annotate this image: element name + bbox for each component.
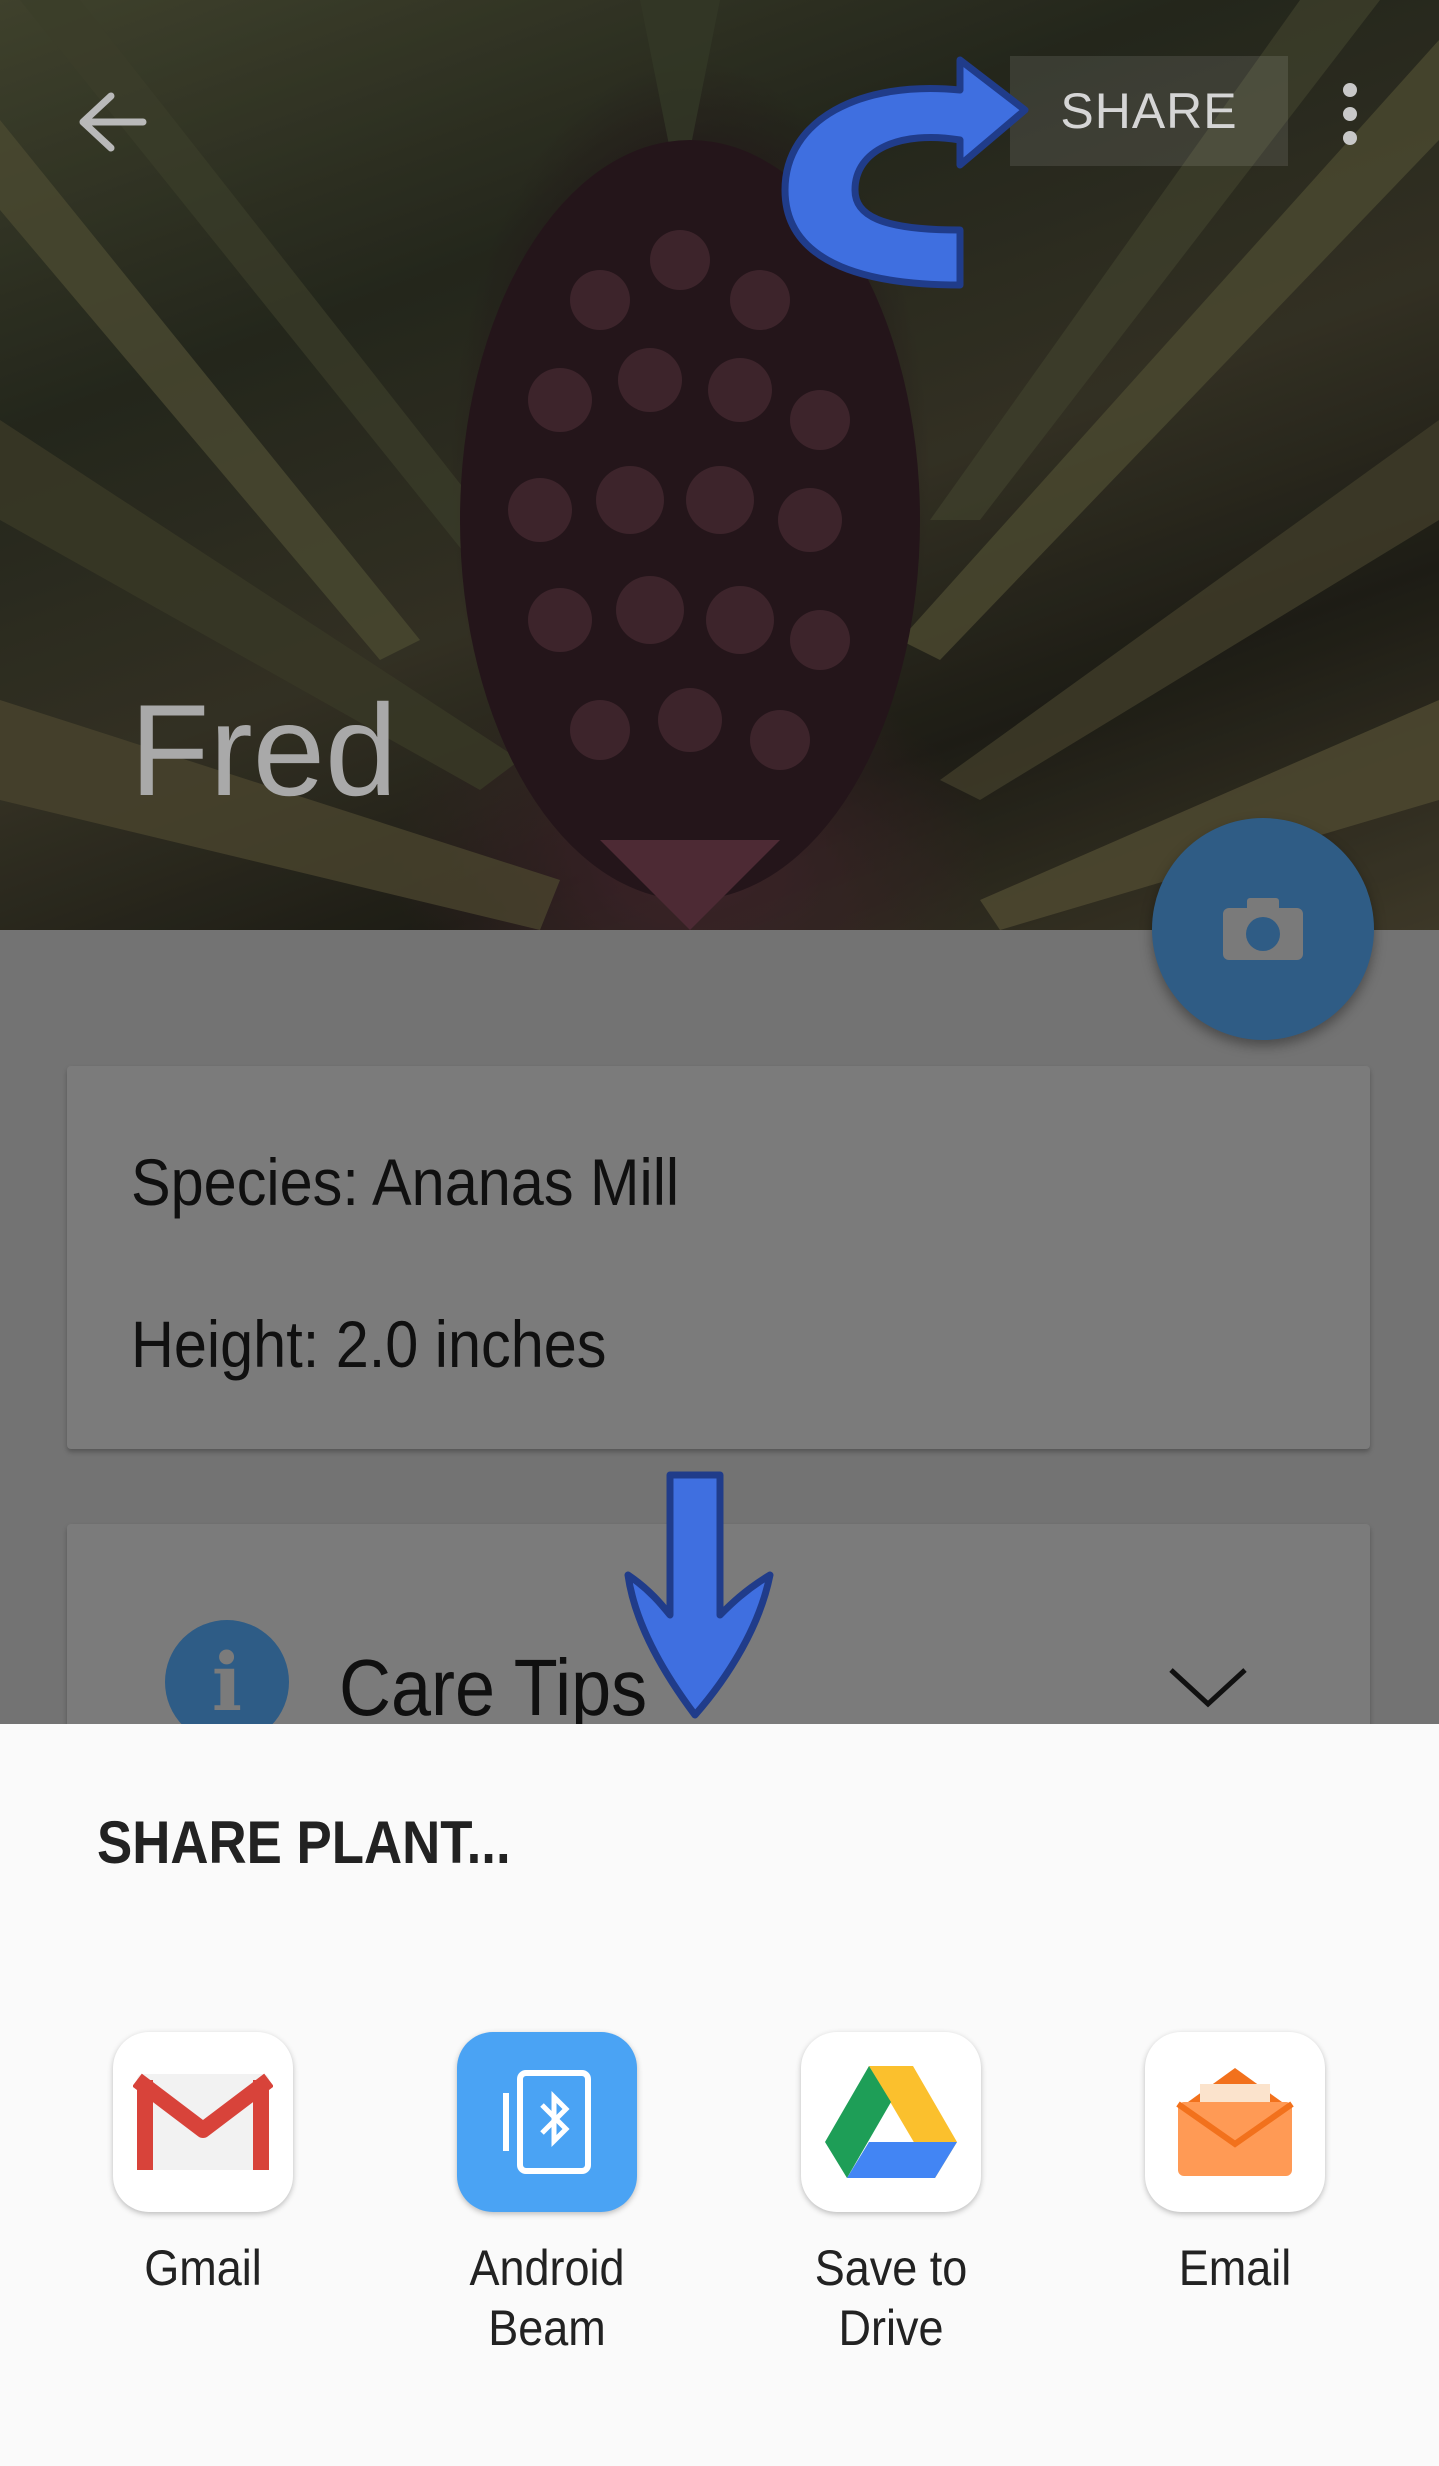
- height-text: Height: 2.0 inches: [131, 1307, 607, 1381]
- annotation-curved-arrow: [781, 56, 1029, 289]
- share-sheet-title: SHARE PLANT...: [97, 1809, 511, 1876]
- overflow-menu-icon[interactable]: [1320, 76, 1380, 152]
- annotation-down-arrow: [624, 1471, 774, 1719]
- email-icon: [1145, 2032, 1325, 2212]
- plant-info-card: Species: Ananas Mill Height: 2.0 inches: [67, 1066, 1370, 1449]
- android-beam-icon: [457, 2032, 637, 2212]
- gmail-icon: [113, 2032, 293, 2212]
- share-sheet: SHARE PLANT... Gmail Android Beam Save t…: [0, 1724, 1439, 2466]
- back-button[interactable]: [66, 76, 158, 168]
- camera-icon: [1223, 898, 1303, 960]
- chevron-down-icon[interactable]: [1167, 1664, 1249, 1710]
- share-app-drive[interactable]: Save to Drive: [741, 2032, 1041, 2358]
- camera-fab[interactable]: [1152, 818, 1374, 1040]
- email-label: Email: [1178, 2240, 1292, 2296]
- care-tips-label: Care Tips: [339, 1643, 648, 1732]
- gmail-label: Gmail: [144, 2240, 262, 2296]
- share-button[interactable]: SHARE: [1010, 56, 1288, 166]
- plant-name-title: Fred: [130, 677, 398, 823]
- species-text: Species: Ananas Mill: [131, 1145, 680, 1219]
- share-app-gmail[interactable]: Gmail: [53, 2032, 353, 2298]
- back-arrow-icon: [79, 92, 147, 152]
- android-beam-label: Android Beam: [469, 2240, 625, 2356]
- share-app-android-beam[interactable]: Android Beam: [397, 2032, 697, 2358]
- drive-icon: [801, 2032, 981, 2212]
- share-app-email[interactable]: Email: [1085, 2032, 1385, 2298]
- app-bar: SHARE: [0, 0, 1439, 230]
- drive-label: Save to Drive: [814, 2240, 968, 2356]
